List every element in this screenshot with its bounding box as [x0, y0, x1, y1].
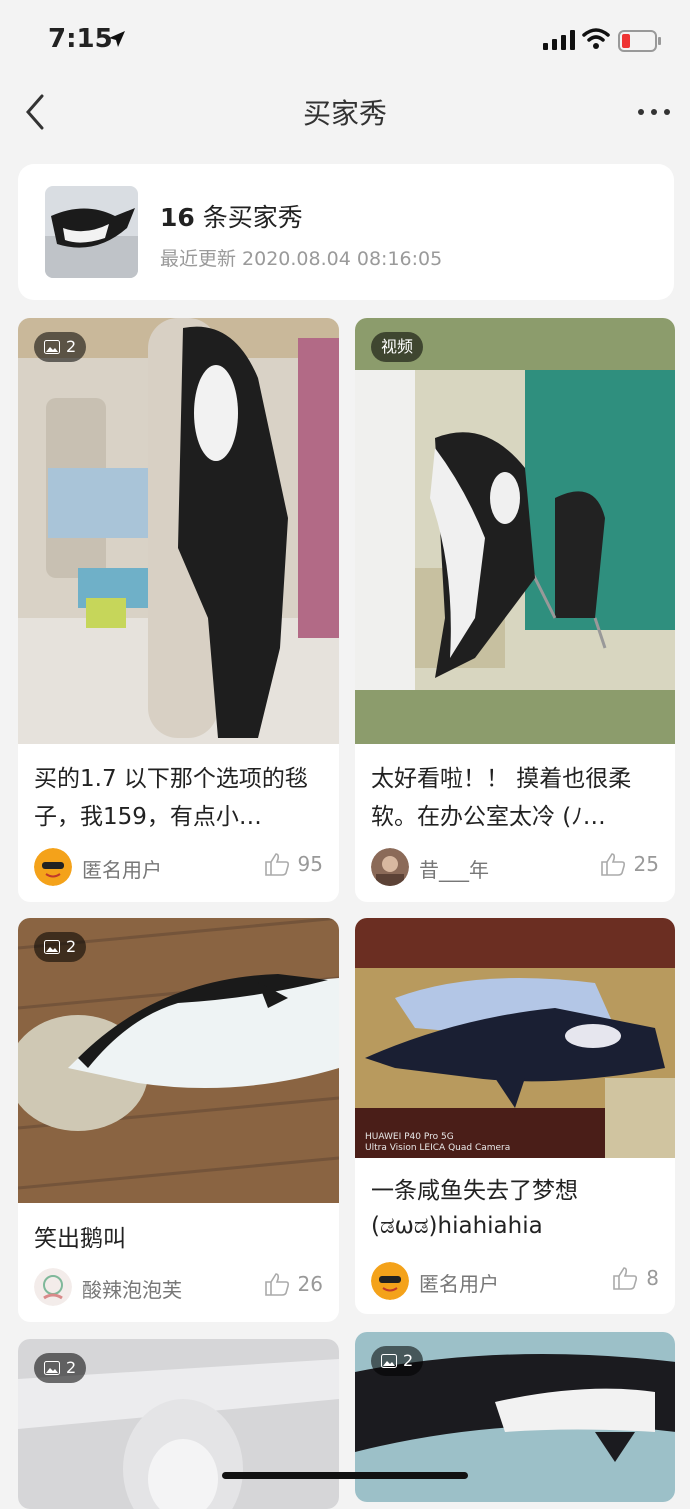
author-row: 匿名用户 95	[34, 848, 323, 888]
image-count-badge: 2	[371, 1346, 424, 1376]
nav-bar: 买家秀	[0, 80, 690, 144]
review-card[interactable]: 2 笑出鹅叫 酸辣泡泡芙 26	[18, 918, 339, 1322]
video-badge: 视频	[371, 332, 424, 362]
wifi-icon	[582, 28, 610, 49]
signal-icon	[543, 30, 575, 50]
thumbs-up-icon	[613, 1267, 638, 1290]
review-photo[interactable]: HUAWEI P40 Pro 5G Ultra Vision LEICA Qua…	[355, 918, 675, 1158]
review-text: 一条咸鱼失去了梦想 (ಡωಡ)hiahiahia	[371, 1178, 578, 1239]
more-options-button[interactable]	[636, 106, 672, 118]
avatar[interactable]	[371, 848, 409, 886]
image-count-badge: 2	[34, 332, 87, 362]
like-button[interactable]: 26	[264, 1272, 323, 1296]
image-count-badge: 2	[34, 932, 87, 962]
author-row: 酸辣泡泡芙 26	[34, 1268, 323, 1308]
camera-watermark: HUAWEI P40 Pro 5G Ultra Vision LEICA Qua…	[365, 1132, 511, 1153]
review-card[interactable]: 2	[18, 1339, 339, 1509]
review-card[interactable]: HUAWEI P40 Pro 5G Ultra Vision LEICA Qua…	[355, 918, 675, 1314]
summary-card[interactable]: 16 条买家秀 最近更新 2020.08.04 08:16:05	[18, 164, 674, 300]
review-photo[interactable]: 2	[18, 318, 339, 744]
review-card[interactable]: 2 买的1.7 以下那个选项的毯子，我159，有点小… 匿名用户 95	[18, 318, 339, 902]
review-count: 16 条买家秀	[160, 203, 303, 232]
home-indicator[interactable]	[222, 1472, 468, 1479]
review-photo[interactable]: 2	[18, 918, 339, 1203]
avatar[interactable]	[371, 1262, 409, 1300]
location-arrow-icon	[109, 31, 125, 47]
image-icon	[44, 1361, 60, 1375]
product-thumbnail	[45, 186, 138, 278]
thumbs-up-icon	[264, 853, 289, 876]
status-bar: 7:15	[0, 0, 690, 80]
review-card[interactable]: 视频 太好看啦！！ 摸着也很柔软。在办公室太冷 (ﾉ… 昔___年 25	[355, 318, 675, 902]
review-text: 买的1.7 以下那个选项的毯子，我159，有点小…	[34, 766, 308, 830]
author-row: 昔___年 25	[371, 848, 659, 888]
author-name[interactable]: 酸辣泡泡芙	[82, 1274, 182, 1303]
like-button[interactable]: 95	[264, 852, 323, 876]
page-title: 买家秀	[302, 97, 387, 130]
review-text: 笑出鹅叫	[34, 1226, 126, 1252]
thumbs-up-icon	[264, 1273, 289, 1296]
author-name[interactable]: 匿名用户	[419, 1268, 499, 1297]
image-icon	[44, 340, 60, 354]
last-updated-text: 最近更新 2020.08.04 08:16:05	[160, 248, 443, 270]
avatar[interactable]	[34, 848, 72, 886]
avatar[interactable]	[34, 1268, 72, 1306]
status-time: 7:15	[48, 24, 113, 54]
like-count: 26	[297, 1272, 323, 1296]
like-button[interactable]: 25	[600, 852, 659, 876]
thumbs-up-icon	[600, 853, 625, 876]
review-video[interactable]: 视频	[355, 318, 675, 744]
image-count-badge: 2	[34, 1353, 87, 1383]
battery-low-icon	[618, 30, 661, 52]
image-icon	[381, 1354, 397, 1368]
author-row: 匿名用户 8	[371, 1262, 659, 1302]
author-name[interactable]: 昔___年	[419, 854, 489, 883]
like-count: 8	[646, 1266, 659, 1290]
author-name[interactable]: 匿名用户	[82, 854, 162, 883]
image-icon	[44, 940, 60, 954]
like-count: 95	[297, 852, 323, 876]
review-text: 太好看啦！！ 摸着也很柔软。在办公室太冷 (ﾉ…	[371, 766, 632, 830]
review-photo[interactable]: 2	[18, 1339, 339, 1509]
like-button[interactable]: 8	[612, 1266, 659, 1290]
like-count: 25	[633, 852, 659, 876]
